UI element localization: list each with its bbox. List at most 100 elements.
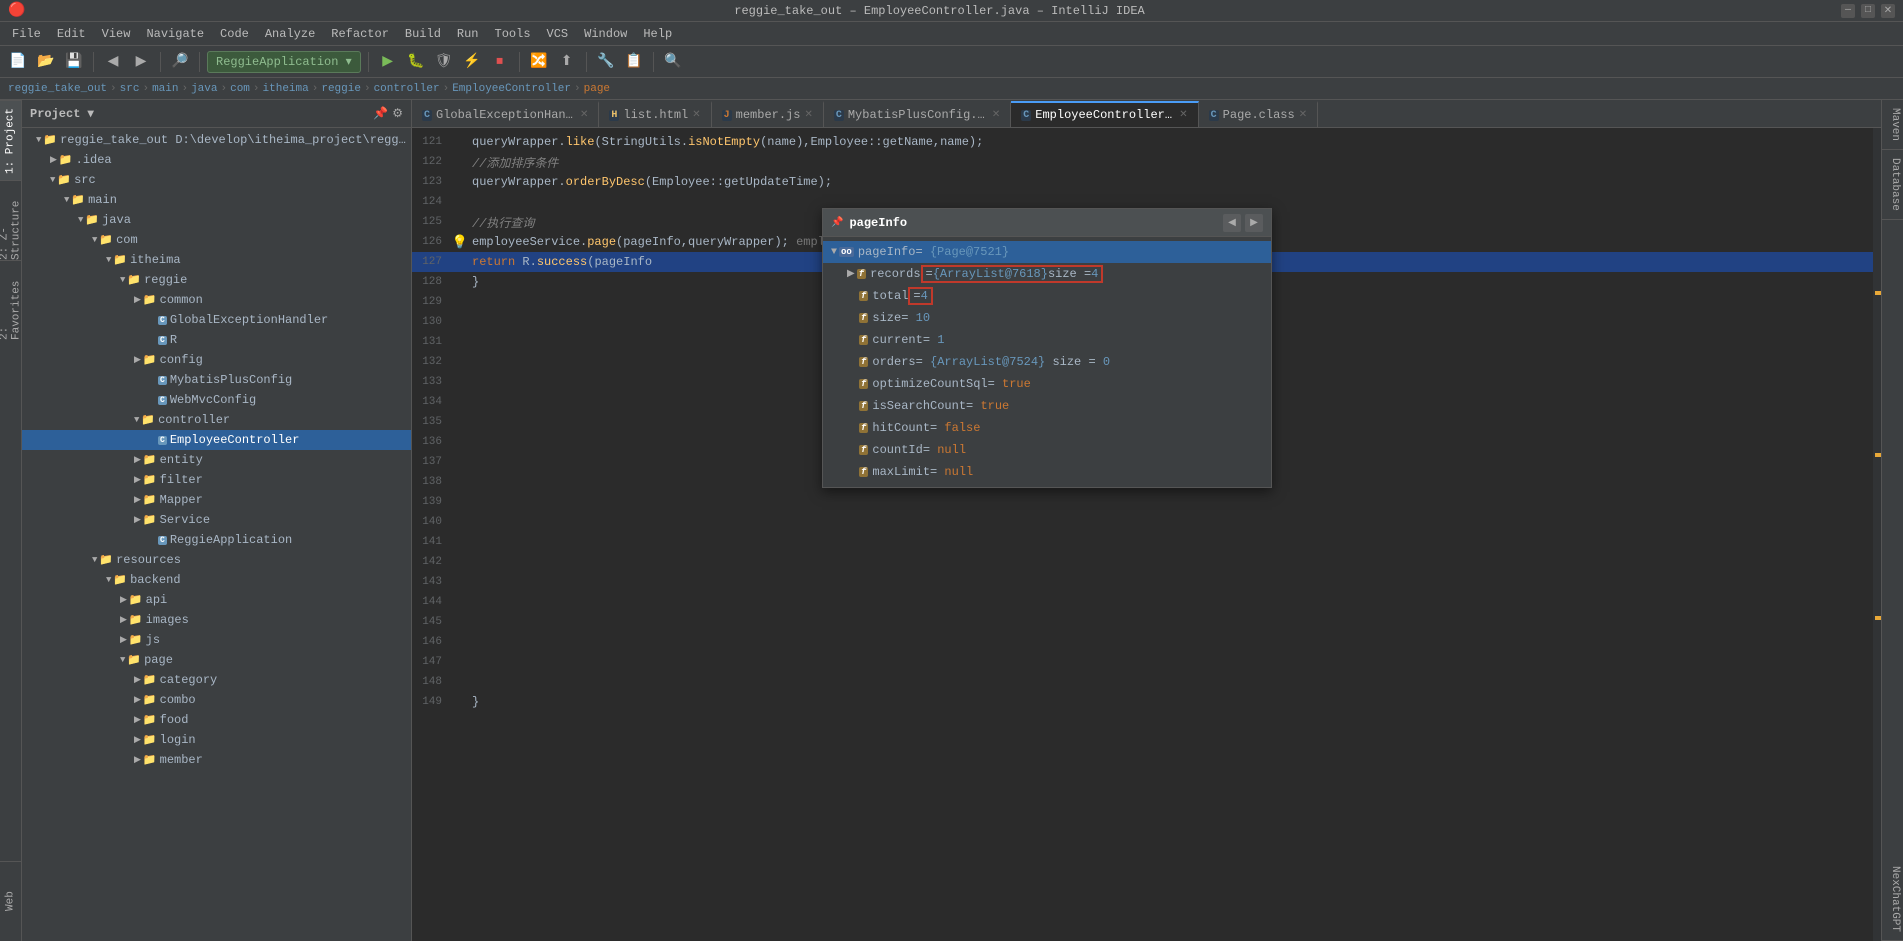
tree-item[interactable]: ▼📁java [22, 210, 411, 230]
debug-row[interactable]: ▼oopageInfo = {Page@7521} [823, 241, 1271, 263]
bc-main[interactable]: main [152, 83, 178, 95]
toolbar-push[interactable]: ⬆ [555, 50, 579, 74]
tab-t6[interactable]: C Page.class ✕ [1199, 101, 1318, 127]
project-tree[interactable]: ▼📁reggie_take_out D:\develop\itheima_pro… [22, 128, 411, 941]
tab-close[interactable]: ✕ [992, 109, 1000, 121]
right-database[interactable]: Database [1882, 150, 1903, 220]
strip-structure[interactable]: 2: Z-Structure [0, 180, 21, 260]
debug-row[interactable]: fmaxLimit = null [823, 461, 1271, 483]
bc-itheima[interactable]: itheima [263, 83, 309, 95]
menu-item-build[interactable]: Build [397, 22, 449, 46]
tree-item[interactable]: CEmployeeController [22, 430, 411, 450]
debug-row[interactable]: foptimizeCountSql = true [823, 373, 1271, 395]
tab-close[interactable]: ✕ [580, 109, 588, 121]
right-maven[interactable]: Maven [1882, 100, 1903, 150]
tree-item[interactable]: ▶📁js [22, 630, 411, 650]
debug-row[interactable]: fhitCount = false [823, 417, 1271, 439]
menu-item-window[interactable]: Window [576, 22, 635, 46]
toolbar-search[interactable]: 🔎 [168, 50, 192, 74]
run-config-selector[interactable]: ReggieApplication ▾ [207, 51, 361, 73]
menu-item-view[interactable]: View [94, 22, 139, 46]
toolbar-tasks[interactable]: 📋 [622, 50, 646, 74]
tab-close[interactable]: ✕ [1299, 109, 1307, 121]
tab-t1[interactable]: C GlobalExceptionHandler.java ✕ [412, 101, 599, 127]
menu-item-code[interactable]: Code [212, 22, 257, 46]
tree-item[interactable]: ▶📁entity [22, 450, 411, 470]
menu-item-analyze[interactable]: Analyze [257, 22, 323, 46]
menu-item-refactor[interactable]: Refactor [323, 22, 397, 46]
tab-t3[interactable]: J member.js ✕ [712, 101, 824, 127]
tree-item[interactable]: ▼📁page [22, 650, 411, 670]
tree-item[interactable]: CR [22, 330, 411, 350]
bc-java[interactable]: java [191, 83, 217, 95]
tree-item[interactable]: ▶📁config [22, 350, 411, 370]
tree-item[interactable]: ▶📁common [22, 290, 411, 310]
menu-item-tools[interactable]: Tools [487, 22, 539, 46]
tree-item[interactable]: ▶📁Service [22, 510, 411, 530]
profile-button[interactable]: ⚡ [460, 50, 484, 74]
tree-item[interactable]: ▶📁combo [22, 690, 411, 710]
debug-row[interactable]: fisSearchCount = true [823, 395, 1271, 417]
coverage-button[interactable]: 🛡 [432, 50, 456, 74]
project-pin-icon[interactable]: 📌 [373, 106, 388, 121]
scrollbar-track[interactable] [1873, 128, 1881, 941]
toolbar-settings[interactable]: 🔧 [594, 50, 618, 74]
tree-item[interactable]: ▼📁controller [22, 410, 411, 430]
tab-t2[interactable]: H list.html ✕ [599, 101, 711, 127]
toolbar-forward[interactable]: ▶ [129, 50, 153, 74]
tree-item[interactable]: ▼📁resources [22, 550, 411, 570]
bc-root[interactable]: reggie_take_out [8, 83, 107, 95]
tree-item[interactable]: ▶📁api [22, 590, 411, 610]
menu-item-navigate[interactable]: Navigate [138, 22, 212, 46]
strip-web[interactable]: Web [0, 861, 21, 941]
right-nexchat[interactable]: NexChatGPT [1882, 858, 1903, 941]
menu-item-help[interactable]: Help [635, 22, 680, 46]
tree-item[interactable]: ▼📁reggie [22, 270, 411, 290]
debug-tree[interactable]: ▼oopageInfo = {Page@7521}▶frecords = {Ar… [823, 237, 1271, 487]
tree-item[interactable]: CMybatisPlusConfig [22, 370, 411, 390]
debug-row[interactable]: fcurrent = 1 [823, 329, 1271, 351]
toolbar-back[interactable]: ◀ [101, 50, 125, 74]
tree-item[interactable]: ▼📁src [22, 170, 411, 190]
toolbar-new[interactable]: 📄 [6, 50, 30, 74]
tree-item[interactable]: ▼📁itheima [22, 250, 411, 270]
tree-item[interactable]: ▶📁login [22, 730, 411, 750]
debug-row[interactable]: fsize = 10 [823, 307, 1271, 329]
close-button[interactable]: ✕ [1881, 4, 1895, 18]
tree-item[interactable]: ▶📁category [22, 670, 411, 690]
toolbar-save[interactable]: 💾 [62, 50, 86, 74]
strip-favorites[interactable]: 2: Favorites [0, 260, 21, 340]
tree-item[interactable]: ▼📁backend [22, 570, 411, 590]
tree-item[interactable]: ▶📁filter [22, 470, 411, 490]
tree-item[interactable]: ▼📁main [22, 190, 411, 210]
tree-item[interactable]: ▼📁com [22, 230, 411, 250]
toolbar-find-action[interactable]: 🔍 [661, 50, 685, 74]
menu-item-file[interactable]: File [4, 22, 49, 46]
tab-close[interactable]: ✕ [1179, 109, 1187, 121]
bc-controller[interactable]: controller [374, 83, 440, 95]
minimize-button[interactable]: — [1841, 4, 1855, 18]
bc-reggie[interactable]: reggie [321, 83, 361, 95]
run-button[interactable]: ▶ [376, 50, 400, 74]
toolbar-git[interactable]: 🔀 [527, 50, 551, 74]
debug-pin-icon[interactable]: 📌 [831, 217, 843, 229]
debug-button[interactable]: 🐛 [404, 50, 428, 74]
debug-nav-forward[interactable]: ▶ [1245, 214, 1263, 232]
tab-close[interactable]: ✕ [804, 109, 812, 121]
tree-item[interactable]: CGlobalExceptionHandler [22, 310, 411, 330]
debug-nav-back[interactable]: ◀ [1223, 214, 1241, 232]
bc-src[interactable]: src [120, 83, 140, 95]
tree-item[interactable]: CWebMvcConfig [22, 390, 411, 410]
tab-t5[interactable]: C EmployeeController.java ✕ [1011, 101, 1198, 127]
tab-t4[interactable]: C MybatisPlusConfig.java ✕ [824, 101, 1011, 127]
menu-item-run[interactable]: Run [449, 22, 487, 46]
tree-item[interactable]: ▶📁.idea [22, 150, 411, 170]
project-gear-icon[interactable]: ⚙ [392, 106, 403, 121]
tree-item[interactable]: ▶📁images [22, 610, 411, 630]
stop-button[interactable]: ⏹ [488, 50, 512, 74]
toolbar-open[interactable]: 📂 [34, 50, 58, 74]
debug-row[interactable]: forders = {ArrayList@7524} size = 0 [823, 351, 1271, 373]
bc-com[interactable]: com [230, 83, 250, 95]
tree-item[interactable]: ▶📁member [22, 750, 411, 770]
maximize-button[interactable]: □ [1861, 4, 1875, 18]
